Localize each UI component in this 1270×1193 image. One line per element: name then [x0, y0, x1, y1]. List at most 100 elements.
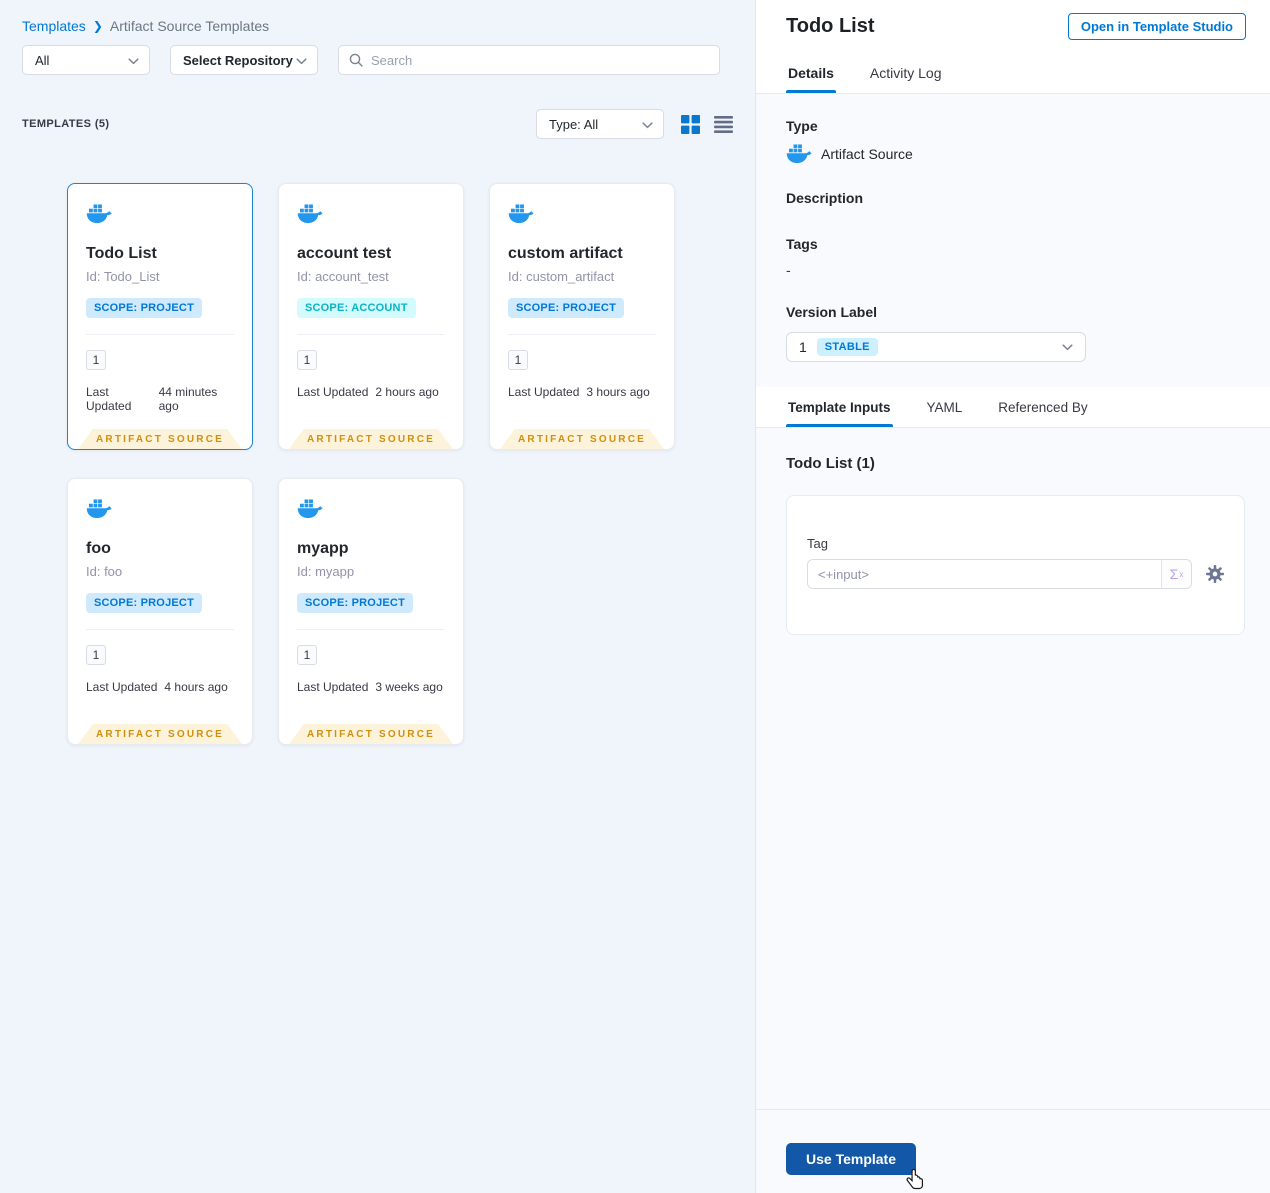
template-card[interactable]: custom artifact Id: custom_artifact SCOP…	[489, 183, 675, 450]
last-updated: Last Updated 3 hours ago	[508, 385, 656, 399]
breadcrumb-current-page: Artifact Source Templates	[109, 18, 270, 34]
template-card[interactable]: myapp Id: myapp SCOPE: PROJECT 1 Last Up…	[278, 478, 464, 745]
detail-footer: Use Template	[756, 1109, 1270, 1193]
docker-icon	[86, 499, 112, 519]
version-label: Version Label	[786, 304, 878, 320]
version-value: 1	[799, 339, 807, 355]
tab-yaml[interactable]: YAML	[925, 387, 965, 427]
scope-badge: SCOPE: PROJECT	[86, 593, 202, 613]
scope-badge: SCOPE: PROJECT	[86, 298, 202, 318]
tags-label: Tags	[786, 236, 818, 252]
breadcrumb-templates-link[interactable]: Templates	[22, 18, 86, 34]
last-updated-value: 44 minutes ago	[158, 385, 218, 413]
last-updated-label: Last Updated	[86, 680, 158, 694]
template-card-id: Id: Todo_List	[86, 269, 160, 284]
list-view-icon[interactable]	[713, 114, 733, 134]
scope-badge: SCOPE: ACCOUNT	[297, 298, 416, 318]
last-updated-value: 2 hours ago	[375, 385, 439, 399]
docker-icon	[297, 204, 323, 224]
last-updated-label: Last Updated	[508, 385, 580, 399]
version-count-chip: 1	[297, 350, 317, 370]
scope-filter-dropdown[interactable]: All	[22, 45, 150, 75]
artifact-source-ribbon: ARTIFACT SOURCE	[289, 429, 453, 449]
template-card-id: Id: myapp	[297, 564, 355, 579]
scope-filter-value: All	[35, 52, 50, 68]
last-updated: Last Updated 4 hours ago	[86, 680, 234, 694]
type-filter-dropdown[interactable]: Type: All	[536, 109, 664, 139]
template-card-id: Id: custom_artifact	[508, 269, 615, 284]
breadcrumb: Templates ❯ Artifact Source Templates	[22, 18, 733, 34]
template-detail-panel: Todo List Open in Template Studio Detail…	[755, 0, 1270, 1193]
inputs-tabbar: Template Inputs YAML Referenced By	[756, 387, 1270, 428]
last-updated-label: Last Updated	[86, 385, 132, 413]
template-inputs-body: Todo List (1) Tag Σx	[756, 428, 1270, 1109]
version-count-chip: 1	[508, 350, 528, 370]
detail-tabbar: Details Activity Log	[756, 52, 1270, 94]
tag-label: Tag	[807, 536, 828, 551]
chevron-down-icon	[642, 117, 653, 132]
stable-badge: STABLE	[816, 338, 878, 356]
docker-icon	[786, 144, 812, 164]
tag-input[interactable]	[808, 560, 1161, 588]
template-card-id: Id: account_test	[297, 269, 389, 284]
tab-activity-log[interactable]: Activity Log	[868, 52, 944, 93]
last-updated: Last Updated 2 hours ago	[297, 385, 445, 399]
tag-input-wrap: Σx	[807, 559, 1192, 589]
type-filter-value: Type: All	[549, 116, 599, 132]
list-header: TEMPLATES (5) Type: All	[22, 109, 733, 139]
artifact-source-ribbon: ARTIFACT SOURCE	[289, 724, 453, 744]
last-updated: Last Updated 44 minutes ago	[86, 385, 234, 413]
inputs-card: Tag Σx	[786, 495, 1245, 635]
breadcrumb-separator-icon: ❯	[92, 19, 103, 33]
use-template-button[interactable]: Use Template	[786, 1143, 916, 1175]
docker-icon	[86, 204, 112, 224]
tab-details[interactable]: Details	[786, 52, 836, 93]
chevron-down-icon	[1062, 338, 1073, 356]
version-count-chip: 1	[86, 350, 106, 370]
template-card[interactable]: account test Id: account_test SCOPE: ACC…	[278, 183, 464, 450]
type-label: Type	[786, 118, 818, 134]
chevron-down-icon	[296, 53, 307, 68]
template-card[interactable]: Todo List Id: Todo_List SCOPE: PROJECT 1…	[67, 183, 253, 450]
templates-list-panel: Templates ❯ Artifact Source Templates Al…	[0, 0, 755, 1193]
version-count-chip: 1	[86, 645, 106, 665]
description-label: Description	[786, 190, 864, 206]
gear-icon[interactable]	[1206, 565, 1224, 583]
last-updated-label: Last Updated	[297, 680, 369, 694]
scope-badge: SCOPE: PROJECT	[297, 593, 413, 613]
docker-icon	[508, 204, 534, 224]
version-dropdown[interactable]: 1 STABLE	[786, 332, 1086, 362]
template-card-title: custom artifact	[508, 245, 623, 262]
templates-count-label: TEMPLATES (5)	[22, 118, 110, 130]
template-card-title: account test	[297, 245, 392, 262]
docker-icon	[297, 499, 323, 519]
template-card[interactable]: foo Id: foo SCOPE: PROJECT 1 Last Update…	[67, 478, 253, 745]
scope-badge: SCOPE: PROJECT	[508, 298, 624, 318]
last-updated: Last Updated 3 weeks ago	[297, 680, 445, 694]
search-icon	[349, 53, 363, 67]
tab-template-inputs[interactable]: Template Inputs	[786, 387, 893, 427]
inputs-title: Todo List (1)	[786, 455, 875, 472]
template-cards-grid: Todo List Id: Todo_List SCOPE: PROJECT 1…	[67, 183, 707, 745]
app-window: Templates ❯ Artifact Source Templates Al…	[0, 0, 1270, 1193]
template-card-title: Todo List	[86, 245, 157, 262]
last-updated-label: Last Updated	[297, 385, 369, 399]
search-input[interactable]	[371, 52, 709, 68]
last-updated-value: 4 hours ago	[164, 680, 228, 694]
version-count-chip: 1	[297, 645, 317, 665]
detail-header: Todo List Open in Template Studio	[756, 0, 1270, 52]
grid-view-icon[interactable]	[680, 114, 700, 134]
last-updated-value: 3 hours ago	[586, 385, 650, 399]
search-box[interactable]	[338, 45, 720, 75]
detail-body: Type Artifact Source Description Tags - …	[756, 94, 1270, 387]
tab-referenced-by[interactable]: Referenced By	[996, 387, 1089, 427]
tags-value: -	[786, 262, 791, 278]
template-card-title: foo	[86, 540, 111, 557]
type-value: Artifact Source	[821, 146, 913, 162]
detail-title: Todo List	[786, 15, 875, 37]
expression-sigma-button[interactable]: Σx	[1161, 560, 1191, 588]
open-in-template-studio-button[interactable]: Open in Template Studio	[1067, 13, 1246, 40]
template-card-id: Id: foo	[86, 564, 123, 579]
repository-filter-dropdown[interactable]: Select Repository	[170, 45, 318, 75]
artifact-source-ribbon: ARTIFACT SOURCE	[500, 429, 664, 449]
